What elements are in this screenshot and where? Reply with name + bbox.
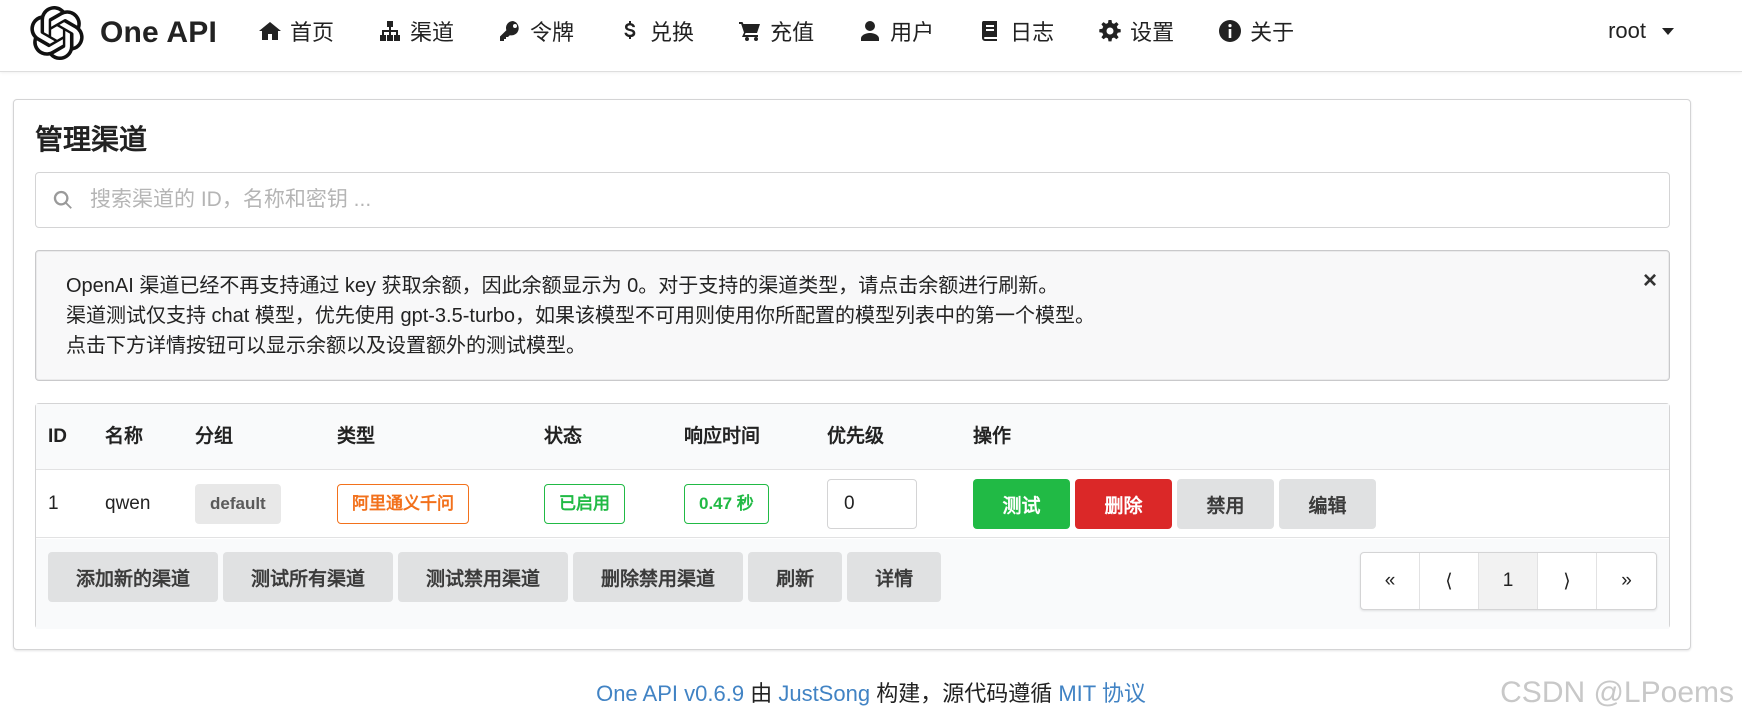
message-line: 点击下方详情按钮可以显示余额以及设置额外的测试模型。 — [66, 335, 586, 357]
nav-item-users[interactable]: 用户 — [858, 15, 934, 47]
cell-priority — [827, 470, 917, 538]
details-button[interactable]: 详情 — [847, 552, 942, 602]
caret-down-icon — [1662, 27, 1674, 35]
nav-item-label: 令牌 — [530, 20, 575, 45]
info-message: OpenAI 渠道已经不再支持通过 key 获取余额，因此余额显示为 0。对于支… — [35, 250, 1670, 381]
pagination-page-current[interactable]: 1 — [1479, 553, 1538, 609]
nav-item-redeem[interactable]: 兑换 — [618, 15, 694, 47]
brand[interactable]: One API — [30, 4, 217, 62]
test-disabled-channels-button[interactable]: 测试禁用渠道 — [398, 552, 569, 602]
author-link[interactable]: JustSong — [778, 681, 870, 706]
channels-table: ID 名称 分组 类型 状态 响应时间 优先级 操作 1 qwen defaul… — [35, 403, 1670, 629]
key-icon — [500, 20, 519, 41]
footer-actions: 添加新的渠道 测试所有渠道 测试禁用渠道 删除禁用渠道 刷新 详情 — [48, 552, 946, 602]
nav-menu: 首页 渠道 令牌 兑换 充值 用户 日志 设置 关于 — [258, 0, 1338, 62]
nav-item-tokens[interactable]: 令牌 — [498, 15, 574, 47]
column-header-type[interactable]: 类型 — [337, 404, 375, 470]
pagination-prev[interactable]: ⟨ — [1420, 553, 1479, 609]
delete-button[interactable]: 删除 — [1075, 479, 1172, 529]
nav-item-home[interactable]: 首页 — [258, 15, 334, 47]
column-header-name[interactable]: 名称 — [105, 404, 143, 470]
priority-input[interactable] — [827, 479, 917, 529]
message-line: 渠道测试仅支持 chat 模型，优先使用 gpt-3.5-turbo，如果该模型… — [66, 305, 1095, 327]
column-header-id[interactable]: ID — [48, 404, 67, 470]
gear-icon — [1099, 20, 1121, 42]
search-input[interactable] — [90, 188, 1590, 212]
cell-name: qwen — [105, 493, 151, 514]
openai-logo-icon — [30, 6, 84, 60]
column-header-group[interactable]: 分组 — [195, 404, 233, 470]
nav-item-label: 关于 — [1250, 20, 1295, 45]
column-header-response-time[interactable]: 响应时间 — [684, 404, 760, 470]
top-navbar: One API 首页 渠道 令牌 兑换 充值 用户 日志 设置 关于 root — [0, 0, 1742, 72]
watermark: CSDN @LPoems — [1500, 676, 1734, 709]
table-header: ID 名称 分组 类型 状态 响应时间 优先级 操作 — [36, 404, 1669, 470]
nav-item-label: 兑换 — [650, 20, 695, 45]
delete-disabled-channels-button[interactable]: 删除禁用渠道 — [573, 552, 744, 602]
nav-item-settings[interactable]: 设置 — [1098, 15, 1174, 47]
cell-type: 阿里通义千问 — [337, 470, 469, 538]
edit-button[interactable]: 编辑 — [1279, 479, 1376, 529]
pagination-last[interactable]: » — [1597, 553, 1656, 609]
nav-item-label: 用户 — [890, 20, 935, 45]
pagination-next[interactable]: ⟩ — [1538, 553, 1597, 609]
test-all-channels-button[interactable]: 测试所有渠道 — [223, 552, 394, 602]
user-dropdown[interactable]: root — [1608, 0, 1674, 62]
type-badge: 阿里通义千问 — [337, 484, 469, 524]
add-channel-button[interactable]: 添加新的渠道 — [48, 552, 219, 602]
nav-item-channels[interactable]: 渠道 — [378, 15, 454, 47]
refresh-button[interactable]: 刷新 — [748, 552, 843, 602]
nav-item-topup[interactable]: 充值 — [738, 15, 814, 47]
nav-item-label: 日志 — [1010, 20, 1055, 45]
app-version-link[interactable]: One API v0.6.9 — [596, 681, 744, 706]
response-time-badge[interactable]: 0.47 秒 — [684, 484, 769, 524]
cart-icon — [739, 22, 761, 41]
cell-response-time: 0.47 秒 — [684, 470, 769, 538]
sitemap-icon — [380, 21, 401, 41]
channels-card: 管理渠道 OpenAI 渠道已经不再支持通过 key 获取余额，因此余额显示为 … — [13, 99, 1691, 650]
page-title: 管理渠道 — [35, 124, 148, 155]
status-badge: 已启用 — [544, 484, 625, 524]
username: root — [1608, 18, 1646, 43]
home-icon — [259, 22, 281, 40]
nav-item-about[interactable]: 关于 — [1218, 15, 1294, 47]
site-footer: One API v0.6.9 由 JustSong 构建，源代码遵循 MIT 协… — [0, 676, 1742, 708]
table-footer: 添加新的渠道 测试所有渠道 测试禁用渠道 删除禁用渠道 刷新 详情 « ⟨ 1 … — [36, 539, 1669, 629]
footer-text-by: 由 — [750, 681, 773, 706]
table-row: 1 qwen default 阿里通义千问 已启用 0.47 秒 测试 删除 禁… — [36, 470, 1669, 538]
license-link[interactable]: MIT 协议 — [1058, 681, 1146, 706]
book-icon — [982, 21, 998, 41]
cell-id: 1 — [48, 493, 59, 514]
user-icon — [861, 21, 880, 41]
group-badge: default — [195, 484, 281, 524]
column-header-priority[interactable]: 优先级 — [827, 404, 884, 470]
nav-item-logs[interactable]: 日志 — [978, 15, 1054, 47]
test-button[interactable]: 测试 — [973, 479, 1070, 529]
column-header-actions: 操作 — [973, 426, 1012, 447]
pagination: « ⟨ 1 ⟩ » — [1360, 552, 1657, 610]
footer-text-built: 构建，源代码遵循 — [876, 681, 1053, 706]
message-line: OpenAI 渠道已经不再支持通过 key 获取余额，因此余额显示为 0。对于支… — [66, 275, 1059, 297]
cell-actions: 测试 删除 禁用 编辑 — [973, 470, 1381, 538]
close-icon[interactable]: × — [1643, 269, 1657, 293]
disable-button[interactable]: 禁用 — [1177, 479, 1274, 529]
brand-name: One API — [100, 16, 217, 49]
nav-item-label: 首页 — [290, 20, 335, 45]
column-header-status[interactable]: 状态 — [544, 404, 582, 470]
dollar-icon — [624, 21, 636, 39]
nav-item-label: 设置 — [1130, 20, 1175, 45]
search-icon — [53, 190, 72, 209]
nav-item-label: 充值 — [770, 20, 815, 45]
info-icon — [1219, 20, 1242, 42]
cell-status: 已启用 — [544, 470, 625, 538]
cell-group: default — [195, 470, 281, 538]
search-box — [35, 172, 1670, 228]
pagination-first[interactable]: « — [1361, 553, 1420, 609]
nav-item-label: 渠道 — [410, 20, 455, 45]
